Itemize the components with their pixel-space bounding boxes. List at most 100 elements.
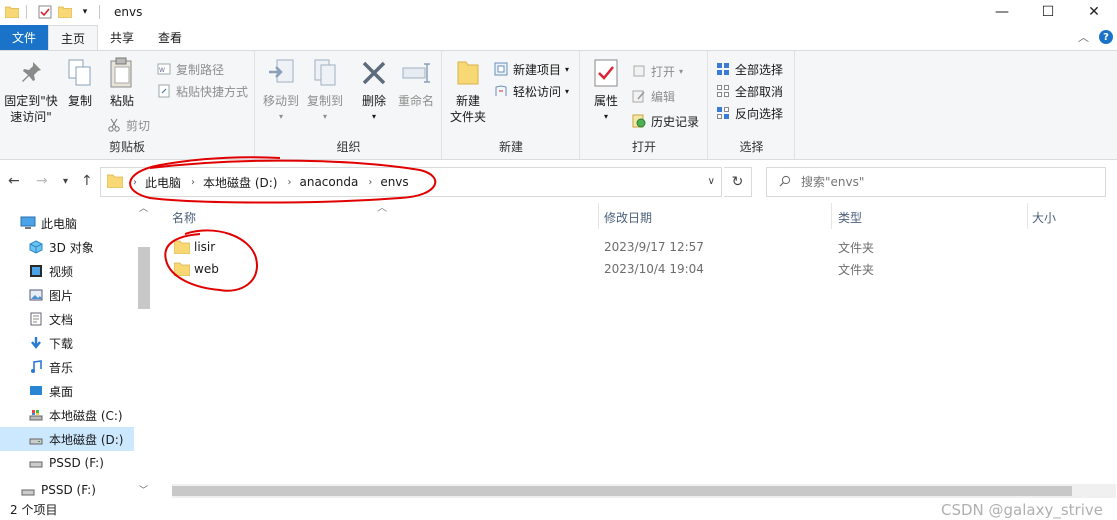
column-divider[interactable] xyxy=(598,203,599,229)
new-group: 新建 文件夹 新建项目 ▾ 轻松访问 ▾ 新建 xyxy=(443,51,580,159)
copy-path-button[interactable]: W 复制路径 xyxy=(156,59,224,79)
drive-icon xyxy=(28,407,44,423)
copy-to-button[interactable]: 复制到 ▾ xyxy=(304,57,346,125)
column-header-modified[interactable]: 修改日期 xyxy=(604,209,652,226)
column-header-name[interactable]: 名称 xyxy=(172,209,196,226)
sidebar-item-documents[interactable]: 文档 xyxy=(0,307,134,331)
column-divider[interactable] xyxy=(1027,203,1028,229)
sidebar-item-pssd-f-root[interactable]: PSSD (F:) xyxy=(0,483,134,499)
sidebar-item-drive-d[interactable]: 本地磁盘 (D:) xyxy=(0,427,134,451)
sidebar-item-videos[interactable]: 视频 xyxy=(0,259,134,283)
delete-button[interactable]: 删除 ▾ xyxy=(356,57,392,125)
recent-chevron-down-icon[interactable]: ▾ xyxy=(63,176,68,187)
tab-home[interactable]: 主页 xyxy=(48,25,99,50)
file-row-lisir[interactable]: lisir 2023/9/17 12:57 文件夹 xyxy=(170,236,1090,258)
scroll-down-icon[interactable]: ﹀ xyxy=(139,483,148,496)
breadcrumb-separator[interactable]: › xyxy=(368,177,372,188)
sidebar-item-downloads[interactable]: 下载 xyxy=(0,331,134,355)
horizontal-scrollbar[interactable] xyxy=(172,484,1116,498)
move-to-button[interactable]: 移动到 ▾ xyxy=(260,57,302,125)
select-all-icon xyxy=(715,61,731,77)
tab-view[interactable]: 查看 xyxy=(146,25,194,50)
select-none-button[interactable]: 全部取消 xyxy=(715,81,783,101)
back-arrow-icon[interactable]: ← xyxy=(8,173,20,189)
search-input[interactable] xyxy=(801,175,1081,189)
properties-button[interactable]: 属性 ▾ xyxy=(585,57,627,125)
new-folder-button[interactable]: 新建 文件夹 xyxy=(447,57,489,125)
close-button[interactable]: ✕ xyxy=(1071,0,1117,24)
paste-button[interactable]: 粘贴 xyxy=(102,57,142,109)
rename-button[interactable]: 重命名 xyxy=(394,57,438,109)
cut-button[interactable]: 剪切 xyxy=(106,115,150,135)
file-type: 文件夹 xyxy=(838,262,875,277)
folder-icon xyxy=(173,240,191,257)
copy-button[interactable]: 复制 xyxy=(62,57,98,109)
folder-icon[interactable] xyxy=(4,4,20,20)
new-item-icon xyxy=(493,61,509,77)
tab-file[interactable]: 文件 xyxy=(0,25,48,50)
column-header-size[interactable]: 大小 xyxy=(1032,209,1056,226)
help-icon[interactable]: ? xyxy=(1099,30,1113,44)
breadcrumb-envs[interactable]: envs xyxy=(380,175,408,189)
column-divider[interactable] xyxy=(831,203,832,229)
chevron-down-icon[interactable]: ▾ xyxy=(77,4,93,20)
sidebar-item-this-pc[interactable]: 此电脑 xyxy=(0,211,134,235)
scroll-up-icon[interactable]: ︿ xyxy=(139,201,148,214)
breadcrumb-anaconda[interactable]: anaconda xyxy=(299,175,358,189)
svg-text:W: W xyxy=(159,67,165,74)
edit-button[interactable]: 编辑 xyxy=(631,86,675,106)
clipboard-group-label: 剪贴板 xyxy=(108,140,145,154)
minimize-button[interactable]: — xyxy=(979,0,1025,24)
delete-x-icon xyxy=(358,57,390,89)
watermark: CSDN @galaxy_strive xyxy=(941,501,1103,519)
video-icon xyxy=(28,263,44,279)
history-button[interactable]: 历史记录 xyxy=(631,111,699,131)
breadcrumb-separator[interactable]: › xyxy=(133,177,137,188)
paste-shortcut-icon xyxy=(156,83,172,99)
new-item-button[interactable]: 新建项目 ▾ xyxy=(493,59,569,79)
sidebar-item-music[interactable]: 音乐 xyxy=(0,355,134,379)
navigation-pane: 此电脑 3D 对象 视频 图片 文档 下载 音乐 桌面 本地磁盘 (C:) 本地… xyxy=(0,203,150,499)
tab-share[interactable]: 共享 xyxy=(98,25,146,50)
easy-access-button[interactable]: 轻松访问 ▾ xyxy=(493,81,569,101)
sidebar-item-drive-c[interactable]: 本地磁盘 (C:) xyxy=(0,403,134,427)
sidebar-scrollbar[interactable]: ︿ ﹀ xyxy=(136,203,150,499)
ribbon-tabs: 文件 主页 共享 查看 ︿ ? xyxy=(0,25,1117,50)
pin-quick-access-button[interactable]: 固定到"快 速访问" xyxy=(2,57,60,125)
select-all-button[interactable]: 全部选择 xyxy=(715,59,783,79)
address-bar[interactable]: › 此电脑 › 本地磁盘 (D:) › anaconda › envs ∨ xyxy=(100,167,722,197)
drive-icon xyxy=(28,431,44,447)
sidebar-scroll-thumb[interactable] xyxy=(138,247,150,309)
chevron-up-icon[interactable]: ︿ xyxy=(1078,29,1089,45)
sidebar-item-pictures[interactable]: 图片 xyxy=(0,283,134,307)
new-folder-icon[interactable] xyxy=(57,4,73,20)
breadcrumb-separator[interactable]: › xyxy=(191,177,195,188)
window-title: envs xyxy=(114,5,143,19)
sidebar-item-pssd-f[interactable]: PSSD (F:) xyxy=(0,451,134,475)
move-to-icon xyxy=(265,57,297,89)
maximize-button[interactable]: ☐ xyxy=(1025,0,1071,24)
search-box[interactable] xyxy=(766,167,1106,197)
address-chevron-down-icon[interactable]: ∨ xyxy=(708,176,715,187)
horizontal-scroll-thumb[interactable] xyxy=(172,486,1072,496)
item-count: 2 个项目 xyxy=(10,503,58,517)
file-row-web[interactable]: web 2023/10/4 19:04 文件夹 xyxy=(170,258,1090,280)
properties-check-icon[interactable] xyxy=(37,4,53,20)
breadcrumb-separator[interactable]: › xyxy=(287,177,291,188)
sidebar-item-desktop[interactable]: 桌面 xyxy=(0,379,134,403)
breadcrumb-drive-d[interactable]: 本地磁盘 (D:) xyxy=(203,174,277,191)
column-header-type[interactable]: 类型 xyxy=(838,209,862,226)
cube-icon xyxy=(28,239,44,255)
file-name[interactable]: lisir xyxy=(194,240,215,254)
breadcrumb-this-pc[interactable]: 此电脑 xyxy=(145,174,181,191)
paste-shortcut-button[interactable]: 粘贴快捷方式 xyxy=(156,81,248,101)
up-arrow-icon[interactable]: ↑ xyxy=(81,173,93,189)
refresh-button[interactable]: ↻ xyxy=(724,167,752,197)
invert-selection-button[interactable]: 反向选择 xyxy=(715,103,783,123)
scissors-icon xyxy=(106,117,122,133)
forward-arrow-icon[interactable]: → xyxy=(36,173,48,189)
open-button[interactable]: 打开 ▾ xyxy=(631,61,683,81)
sidebar-item-3d-objects[interactable]: 3D 对象 xyxy=(0,235,134,259)
file-name[interactable]: web xyxy=(194,262,219,276)
properties-icon xyxy=(590,57,622,89)
